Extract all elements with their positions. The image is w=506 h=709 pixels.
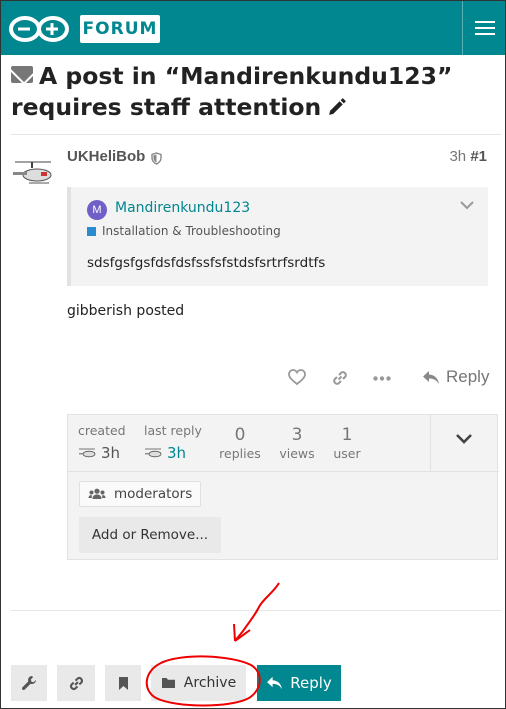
folder-icon (161, 678, 175, 688)
users-label: user (333, 446, 361, 461)
post-meta: 3h #1 (449, 148, 487, 165)
group-name: moderators (114, 486, 193, 502)
post-number[interactable]: #1 (470, 148, 487, 165)
wrench-icon (22, 676, 36, 690)
reply-label: Reply (290, 674, 332, 692)
users-count: 1 (341, 425, 353, 445)
add-remove-button[interactable]: Add or Remove... (79, 517, 221, 553)
chevron-down-icon[interactable] (460, 201, 474, 210)
pencil-icon[interactable] (327, 96, 348, 117)
post-username[interactable]: UKHeliBob (67, 148, 145, 165)
moderator-shield-icon (151, 152, 162, 165)
bookmark-button[interactable] (105, 665, 141, 701)
post-divider (11, 610, 501, 611)
arduino-logo-icon[interactable] (7, 15, 73, 43)
reply-arrow-icon (267, 676, 283, 690)
hamburger-icon[interactable] (475, 21, 495, 37)
last-reply-label: last reply (144, 423, 202, 438)
reply-button[interactable]: Reply (257, 665, 341, 701)
quote-avatar[interactable]: M (87, 200, 107, 220)
title-divider (11, 134, 501, 135)
topic-map-separator (68, 471, 499, 472)
heart-icon[interactable] (288, 369, 306, 386)
users-group-icon (88, 488, 106, 499)
last-reply-value[interactable]: 3h (144, 444, 186, 462)
last-reply-time: 3h (167, 444, 187, 462)
post-reply-button[interactable]: Reply (422, 367, 489, 387)
more-options-icon[interactable] (373, 376, 391, 381)
quote-category[interactable]: Installation & Troubleshooting (87, 224, 281, 238)
post-reply-label: Reply (446, 367, 490, 386)
views-count: 3 (291, 425, 303, 445)
bookmark-icon (118, 676, 128, 690)
archive-button[interactable]: Archive (151, 665, 246, 701)
envelope-icon (11, 66, 33, 83)
quote-username[interactable]: Mandirenkundu123 (115, 200, 250, 216)
created-time: 3h (101, 444, 121, 462)
link-icon[interactable] (331, 369, 349, 387)
topic-title: A post in “Mandirenkundu123” requires st… (11, 62, 453, 121)
created-label: created (78, 423, 126, 438)
replies-label: replies (219, 446, 261, 461)
post-body: gibberish posted (67, 303, 185, 319)
archive-label: Archive (183, 675, 237, 691)
created-value[interactable]: 3h (78, 444, 120, 462)
site-header: FORUM (1, 1, 505, 55)
quote-category-label: Installation & Troubleshooting (102, 224, 281, 238)
forum-logo-text[interactable]: FORUM (80, 15, 160, 43)
views-label: views (279, 446, 315, 461)
replies-count: 0 (234, 425, 246, 445)
user-avatar[interactable] (11, 156, 55, 192)
quote-body: sdsfgsfgsfdsfdsfssfsfstdsfsrtrfsrdtfs (87, 255, 326, 271)
last-reply-avatar (145, 448, 162, 458)
group-chip[interactable]: moderators (79, 481, 202, 507)
post-age[interactable]: 3h (449, 148, 466, 165)
expand-chevron-icon[interactable] (455, 433, 473, 445)
topic-map: created 3h last reply 3h 0 replies 3 vie… (67, 414, 499, 560)
creator-avatar (79, 448, 96, 458)
admin-wrench-button[interactable] (11, 665, 47, 701)
page-title: A post in “Mandirenkundu123” requires st… (11, 61, 497, 123)
quoted-post: M Mandirenkundu123 Installation & Troubl… (67, 187, 488, 286)
link-icon (69, 676, 83, 690)
share-link-button[interactable] (57, 665, 95, 701)
category-color-badge (87, 226, 96, 236)
topic-map-divider (430, 415, 431, 471)
reply-arrow-icon (423, 370, 439, 384)
header-divider (462, 1, 463, 55)
